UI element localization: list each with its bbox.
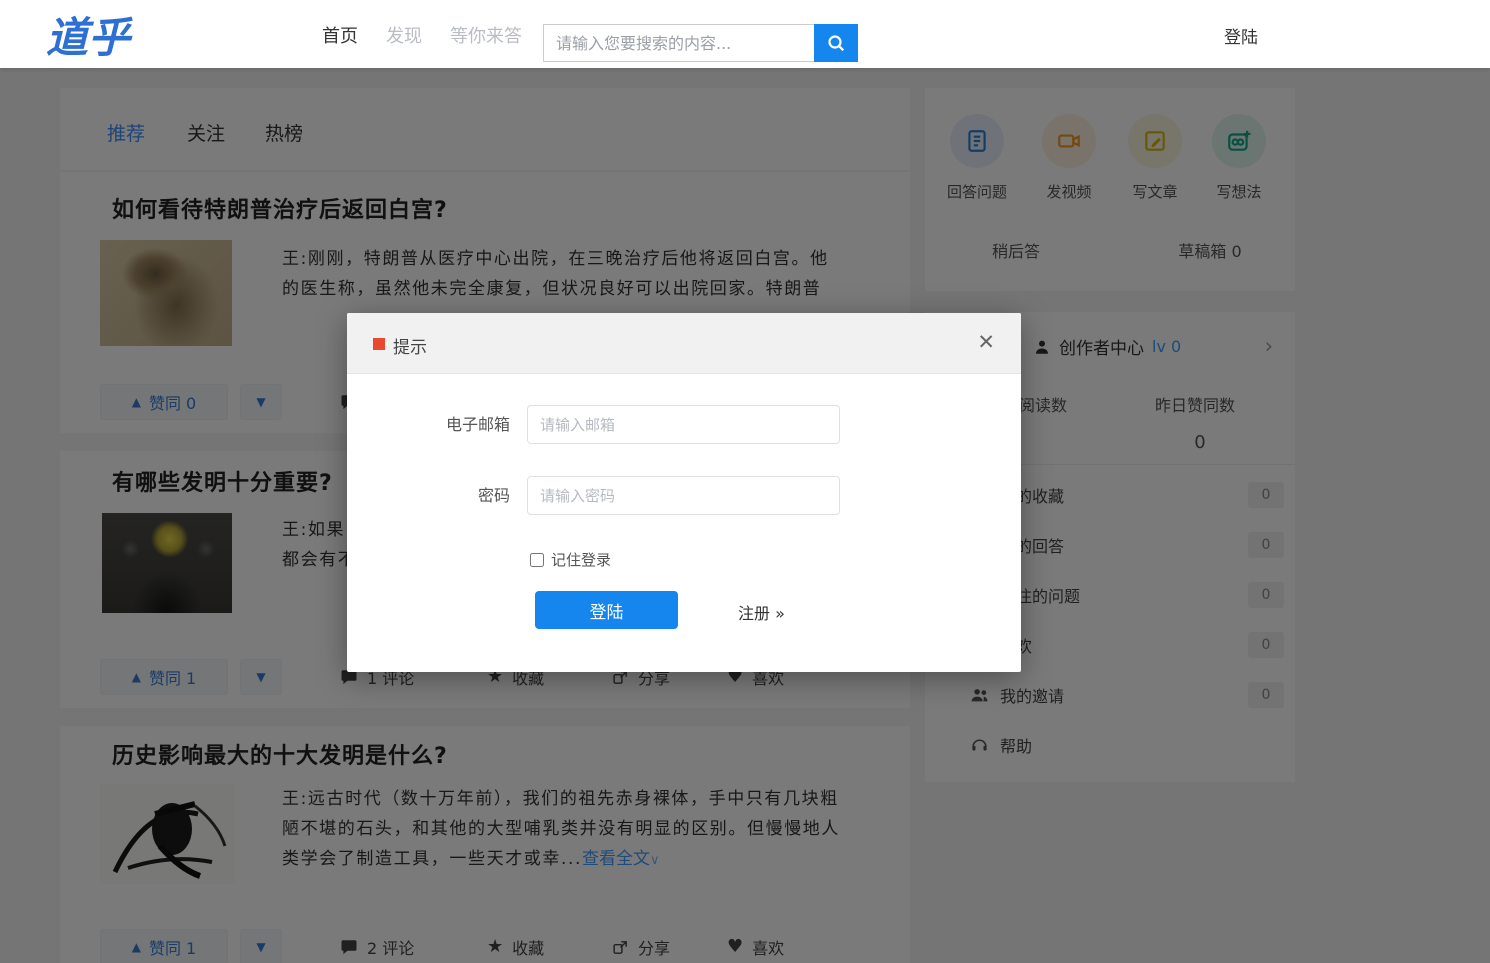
- navbar-login-link[interactable]: 登陆: [1224, 23, 1258, 48]
- email-row: 电子邮箱: [347, 405, 1021, 444]
- login-modal: 提示 ✕ 电子邮箱 密码 记住登录 登陆 注册 »: [347, 313, 1021, 672]
- register-link[interactable]: 注册 »: [738, 600, 785, 624]
- nav-item-waiting-answers[interactable]: 等你来答: [450, 22, 522, 48]
- search-icon: [826, 33, 846, 53]
- remember-login-label: 记住登录: [551, 549, 611, 570]
- search-button[interactable]: [814, 24, 858, 62]
- password-label: 密码: [347, 476, 510, 515]
- nav-item-discover[interactable]: 发现: [386, 22, 422, 48]
- remember-login-checkbox-row: 记住登录: [530, 549, 611, 570]
- search-box: [543, 24, 858, 62]
- close-icon[interactable]: ✕: [971, 329, 1001, 355]
- login-button[interactable]: 登陆: [535, 591, 678, 629]
- email-label: 电子邮箱: [347, 405, 510, 444]
- modal-header: 提示 ✕: [347, 313, 1021, 374]
- password-field[interactable]: [527, 476, 840, 515]
- search-input[interactable]: [543, 24, 815, 62]
- alert-square-icon: [373, 338, 385, 350]
- app: 道乎 首页 发现 等你来答 登陆 推荐 关注 热榜 如何看待特朗普治疗后返回白宫…: [0, 0, 1490, 963]
- nav-item-home[interactable]: 首页: [322, 22, 358, 48]
- modal-title: 提示: [393, 333, 427, 358]
- site-logo[interactable]: 道乎: [46, 4, 130, 65]
- top-navbar: 道乎 首页 发现 等你来答 登陆: [0, 0, 1490, 68]
- email-field[interactable]: [527, 405, 840, 444]
- remember-login-checkbox[interactable]: [530, 553, 544, 567]
- password-row: 密码: [347, 476, 1021, 515]
